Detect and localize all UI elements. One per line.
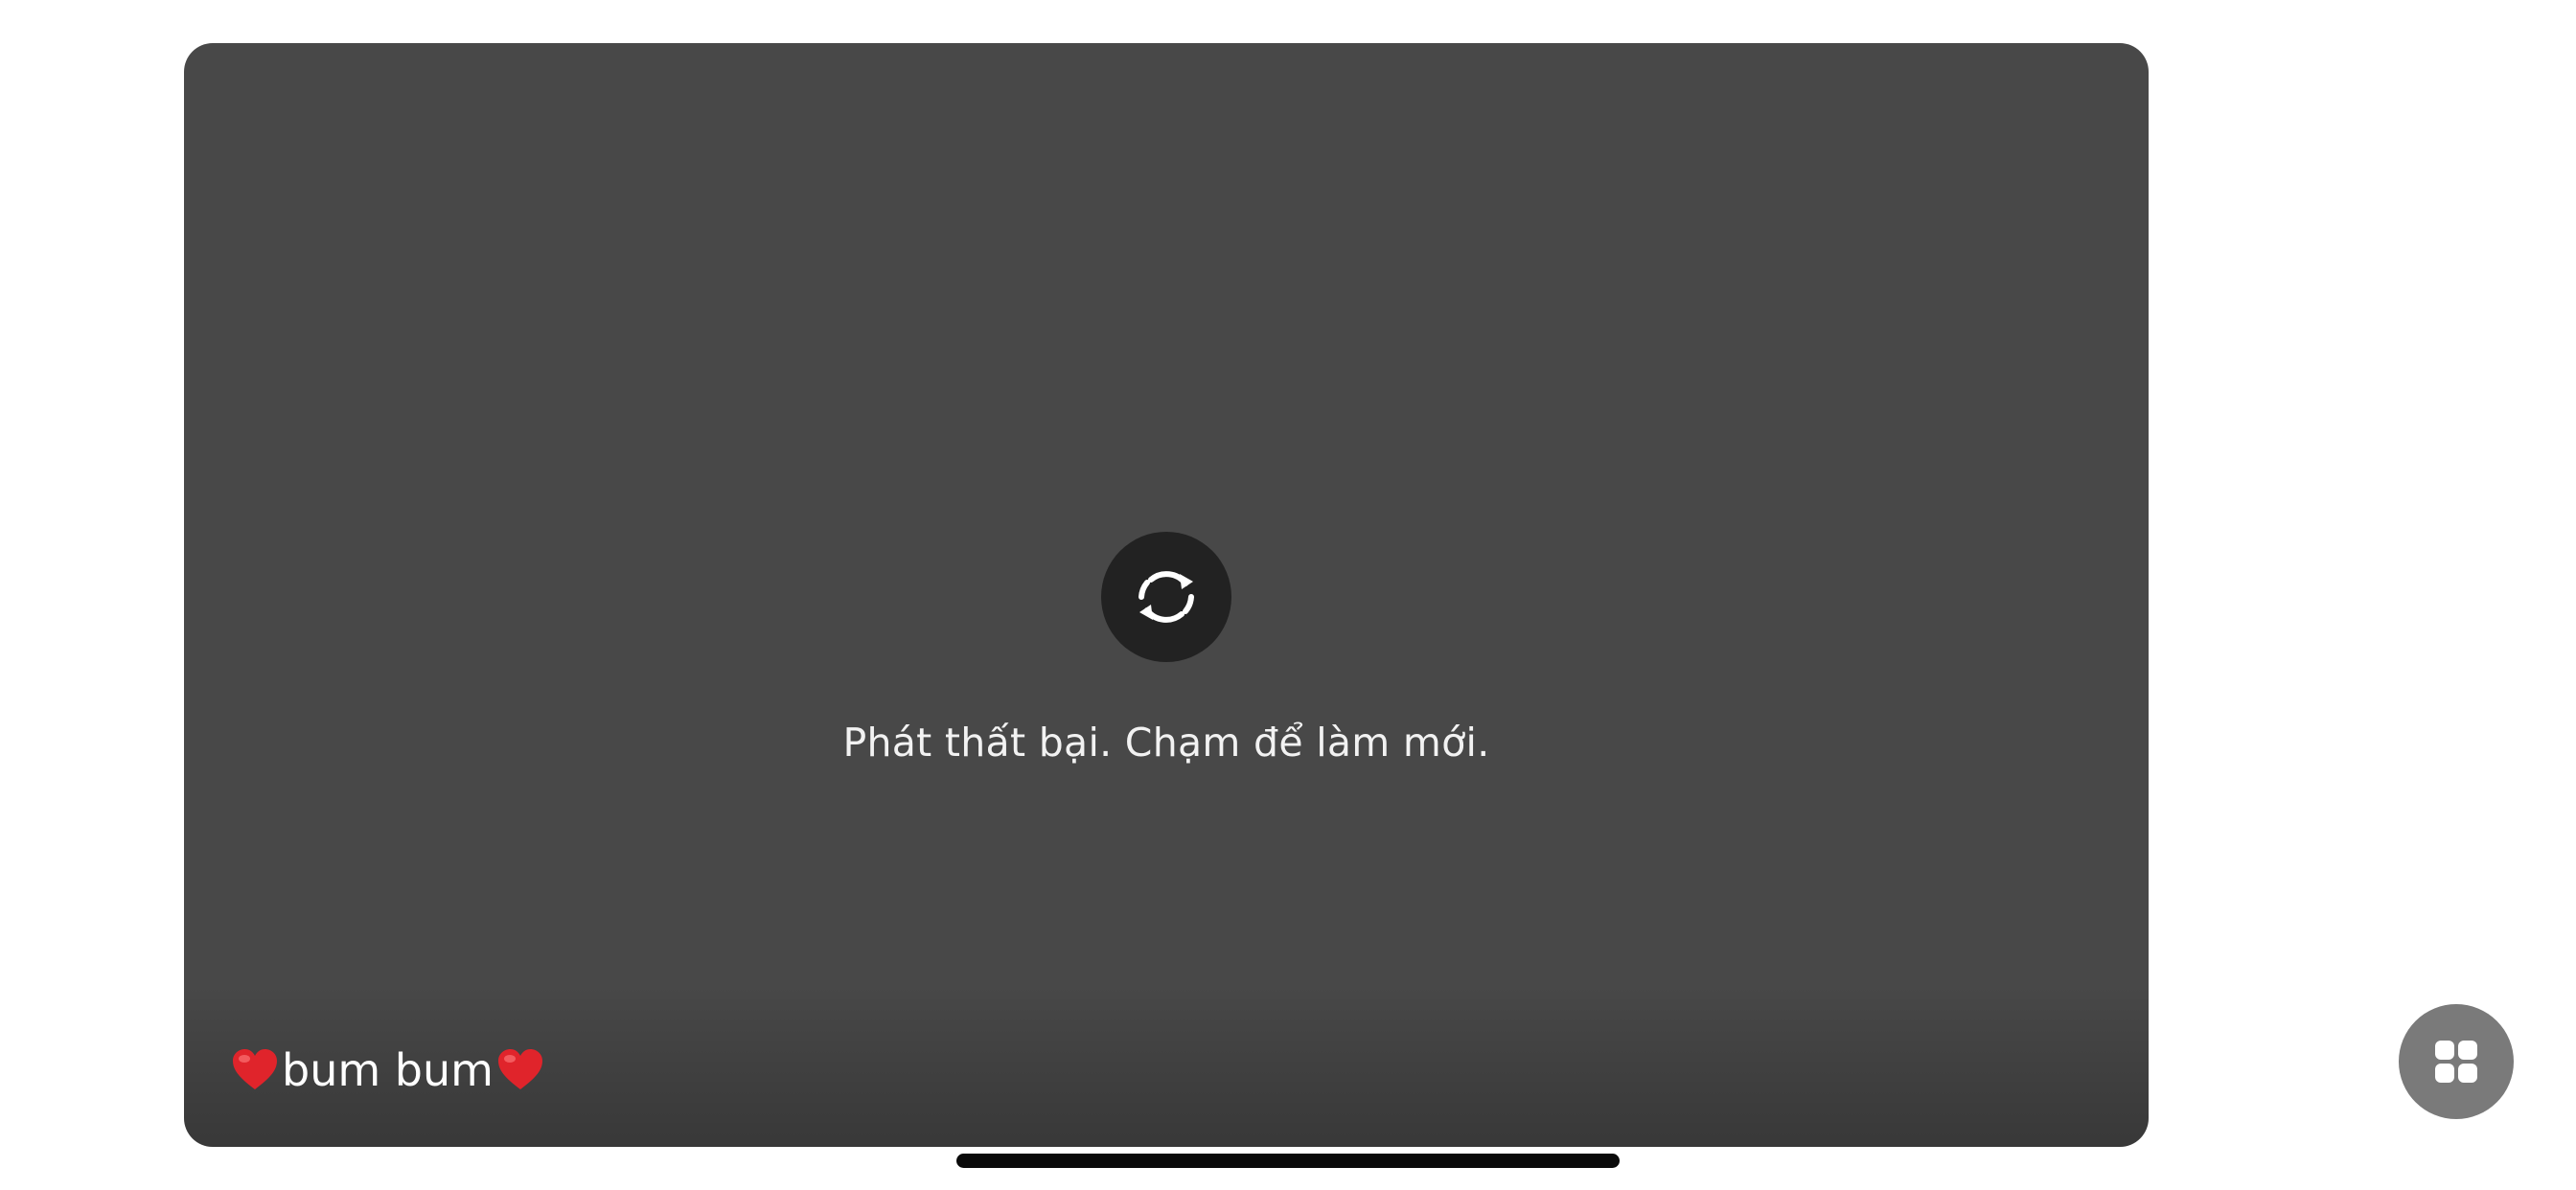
screen: Phát thất bại. Chạm để làm mới. bum bum — [0, 0, 2576, 1190]
video-title-text: bum bum — [282, 1044, 494, 1096]
red-heart-icon — [495, 1045, 545, 1095]
refresh-icon — [1138, 571, 1194, 623]
video-player[interactable]: Phát thất bại. Chạm để làm mới. bum bum — [184, 43, 2149, 1147]
red-heart-icon — [230, 1045, 280, 1095]
video-title: bum bum — [230, 1041, 545, 1099]
grid-icon — [2435, 1041, 2477, 1083]
home-indicator[interactable] — [956, 1154, 1620, 1168]
error-message: Phát thất bại. Chạm để làm mới. — [842, 720, 1490, 766]
grid-menu-button[interactable] — [2399, 1004, 2514, 1119]
retry-button[interactable] — [1101, 532, 1231, 662]
